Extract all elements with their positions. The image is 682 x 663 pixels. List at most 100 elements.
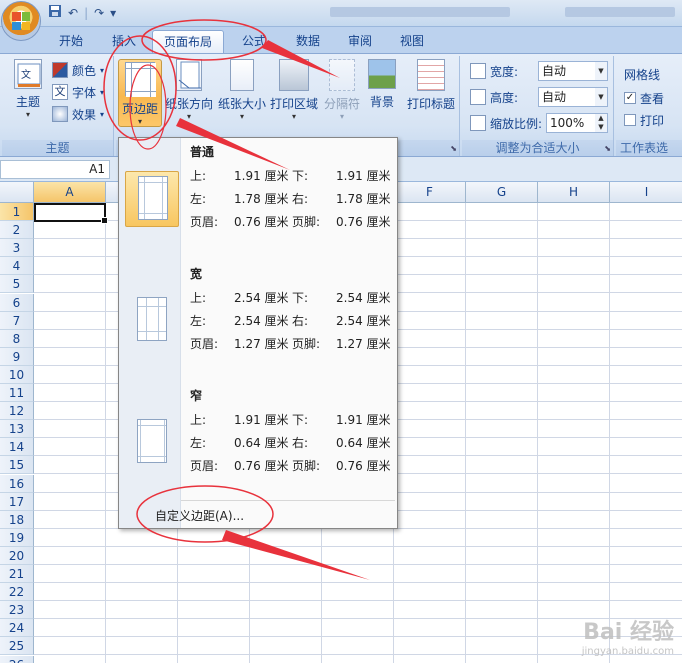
- preset-row-top-bottom: 上: 1.91 厘米 下: 1.91 厘米: [190, 413, 391, 427]
- height-control: 高度:: [470, 87, 518, 107]
- spinner-icon[interactable]: ▲ ▼: [595, 114, 607, 132]
- column-gridline: [465, 203, 466, 663]
- paper-size-button[interactable]: 纸张大小 ▾: [216, 59, 268, 121]
- gridlines-view-checkbox[interactable]: ✓ 查看: [624, 88, 664, 108]
- select-all-corner[interactable]: [0, 182, 34, 203]
- margins-button-label: 页边距: [121, 102, 158, 116]
- tab-review[interactable]: 审阅: [334, 30, 386, 53]
- chevron-down-icon: ▾: [239, 112, 244, 121]
- print-area-button[interactable]: 打印区域 ▾: [268, 59, 320, 121]
- breaks-label: 分隔符: [323, 97, 360, 111]
- breaks-icon: [329, 59, 355, 91]
- margin-preset-narrow[interactable]: 窄 上: 1.91 厘米 下: 1.91 厘米 左: 0.64 厘米 右: 0.64 厘米 …: [119, 387, 397, 505]
- custom-margins-menu-item[interactable]: 自定义边距(A)...: [155, 507, 244, 524]
- margin-preset-wide[interactable]: 宽 上: 2.54 厘米 下: 2.54 厘米 左: 2.54 厘米 右: 2.54 厘米 …: [119, 265, 397, 383]
- row-header[interactable]: 11: [0, 384, 34, 402]
- width-combo[interactable]: 自动 ▼: [538, 61, 608, 81]
- theme-effects-button[interactable]: 效果 ▾: [52, 104, 104, 124]
- print-titles-button[interactable]: 打印标题: [404, 59, 458, 112]
- row-header[interactable]: 18: [0, 510, 34, 529]
- chevron-down-icon: ▾: [186, 112, 191, 121]
- background-label: 背景: [369, 95, 394, 109]
- save-icon[interactable]: [48, 4, 62, 21]
- height-value: 自动: [542, 90, 567, 104]
- tab-data[interactable]: 数据: [282, 30, 334, 53]
- preset-row-header-footer: 页眉: 0.76 厘米 页脚: 0.76 厘米: [190, 459, 391, 473]
- active-cell-a1[interactable]: [34, 203, 108, 224]
- row-header[interactable]: 24: [0, 619, 34, 638]
- chevron-down-icon[interactable]: ▼: [595, 88, 607, 106]
- scale-icon: [470, 115, 486, 131]
- row-header[interactable]: 12: [0, 402, 34, 421]
- customize-qat-icon[interactable]: ▾: [110, 6, 116, 20]
- row-header[interactable]: 16: [0, 474, 34, 493]
- row-gridline: [34, 582, 682, 583]
- preset-row-header-footer: 页眉: 1.27 厘米 页脚: 1.27 厘米: [190, 337, 391, 351]
- office-button[interactable]: [1, 1, 41, 41]
- background-button[interactable]: 背景: [364, 59, 400, 110]
- tab-page-layout[interactable]: 页面布局: [152, 30, 224, 53]
- scale-to-fit-group: 宽度: 自动 ▼ 高度: 自动 ▼ 缩放比例: 100% ▲ ▼ 调整为合适大小 ⬊: [462, 56, 614, 156]
- row-header[interactable]: 17: [0, 492, 34, 511]
- scale-value: 100%: [550, 116, 585, 130]
- column-header[interactable]: I: [610, 182, 682, 203]
- background-icon: [368, 59, 396, 89]
- baidu-watermark: Bai 经验 jingyan.baidu.com: [582, 614, 674, 657]
- row-header[interactable]: 2: [0, 221, 34, 240]
- column-header[interactable]: A: [34, 182, 106, 203]
- row-header[interactable]: 9: [0, 347, 34, 366]
- row-header[interactable]: 15: [0, 456, 34, 475]
- row-header[interactable]: 26: [0, 655, 34, 663]
- gridlines-print-label: 打印: [640, 113, 665, 128]
- margins-button[interactable]: 页边距 ▾: [118, 59, 162, 127]
- scale-spinner[interactable]: 100% ▲ ▼: [546, 113, 608, 133]
- page-margins-icon: [138, 176, 168, 220]
- tab-insert[interactable]: 插入: [98, 30, 150, 53]
- redo-icon[interactable]: ↷: [94, 6, 104, 20]
- row-header[interactable]: 20: [0, 546, 34, 565]
- row-header[interactable]: 21: [0, 565, 34, 583]
- tab-home[interactable]: 开始: [45, 30, 97, 53]
- chevron-down-icon[interactable]: ▼: [595, 62, 607, 80]
- row-header[interactable]: 19: [0, 528, 34, 547]
- row-header[interactable]: 10: [0, 365, 34, 384]
- gridlines-view-label: 查看: [640, 91, 665, 106]
- page-setup-launcher-icon[interactable]: ⬊: [450, 144, 457, 153]
- column-header[interactable]: G: [466, 182, 538, 203]
- row-header[interactable]: 7: [0, 311, 34, 330]
- theme-colors-button[interactable]: 颜色 ▾: [52, 60, 104, 80]
- scale-control: 缩放比例:: [470, 113, 542, 133]
- row-header[interactable]: 13: [0, 420, 34, 439]
- watermark-brand: Bai 经验: [583, 620, 674, 645]
- row-header[interactable]: 14: [0, 438, 34, 457]
- breaks-button[interactable]: 分隔符 ▾: [321, 59, 363, 121]
- row-header[interactable]: 25: [0, 637, 34, 656]
- row-header[interactable]: 5: [0, 275, 34, 294]
- row-header[interactable]: 23: [0, 601, 34, 620]
- themes-button[interactable]: 文 主题 ▾: [6, 59, 50, 119]
- orientation-button[interactable]: 纸张方向 ▾: [164, 59, 214, 121]
- page-margins-icon: [137, 297, 167, 341]
- theme-fonts-button[interactable]: 文 字体 ▾: [52, 82, 104, 102]
- paper-size-label: 纸张大小: [217, 97, 266, 111]
- scale-group-label: 调整为合适大小: [462, 140, 613, 156]
- tab-formulas[interactable]: 公式: [228, 30, 280, 53]
- height-combo[interactable]: 自动 ▼: [538, 87, 608, 107]
- row-header[interactable]: 22: [0, 583, 34, 602]
- tab-view[interactable]: 视图: [386, 30, 438, 53]
- preset-row-left-right: 左: 1.78 厘米 右: 1.78 厘米: [190, 192, 391, 206]
- row-header[interactable]: 6: [0, 293, 34, 312]
- scale-launcher-icon[interactable]: ⬊: [604, 144, 611, 153]
- undo-icon[interactable]: ↶: [68, 6, 78, 20]
- row-header[interactable]: 8: [0, 329, 34, 348]
- row-header[interactable]: 3: [0, 239, 34, 258]
- normal-margins-thumbnail: [125, 171, 179, 227]
- row-header[interactable]: 4: [0, 257, 34, 276]
- gridlines-print-checkbox[interactable]: 打印: [624, 110, 664, 130]
- column-header[interactable]: F: [394, 182, 466, 203]
- margin-preset-normal[interactable]: 普通 上: 1.91 厘米 下: 1.91 厘米 左: 1.78 厘米 右: 1.78 厘米…: [119, 143, 397, 261]
- column-header[interactable]: H: [538, 182, 610, 203]
- name-box[interactable]: A1: [0, 160, 110, 179]
- row-header[interactable]: 1: [0, 203, 34, 221]
- ribbon-tab-row: 开始 插入 页面布局 公式 数据 审阅 视图: [0, 27, 682, 53]
